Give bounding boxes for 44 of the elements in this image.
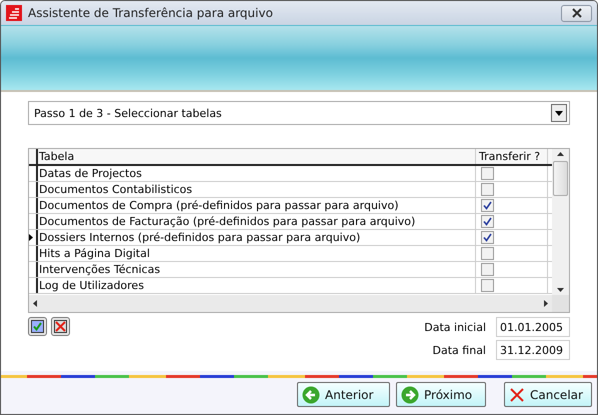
next-button[interactable]: Próximo [396, 382, 486, 407]
current-row-icon [29, 234, 33, 241]
scroll-down-icon [557, 288, 564, 292]
check-all-button[interactable] [28, 317, 47, 336]
date-field[interactable]: 31.12.2009 [496, 340, 570, 360]
step-dropdown[interactable]: Passo 1 de 3 - Seleccionar tabelas [28, 101, 570, 125]
dropdown-button[interactable] [551, 104, 567, 122]
table-cell: Dossiers Internos (pré-definidos para passar para arquivo) [38, 230, 476, 245]
caret-down-icon [555, 110, 563, 116]
transfer-checkbox[interactable] [481, 263, 494, 276]
window-title: Assistente de Transferência para arquivo [28, 6, 274, 20]
table-cell: Documentos de Compra (pré-definidos para passar para arquivo) [38, 198, 476, 213]
transfer-checkbox[interactable] [481, 183, 494, 196]
column-header: Tabela [38, 149, 476, 164]
table-cell: Datas de Projectos [38, 166, 476, 181]
table-cell: Documentos Contabilisticos [38, 182, 476, 197]
transfer-checkbox[interactable] [481, 247, 494, 260]
date-label: Data inicial [424, 320, 486, 334]
column-header: Transferir ? [476, 149, 548, 164]
scroll-right-icon [544, 300, 548, 307]
table-cell: Hits a Página Digital [38, 246, 476, 261]
horizontal-scrollbar[interactable] [29, 295, 552, 312]
scrollbar-corner [552, 295, 569, 312]
uncheck-all-button[interactable] [51, 317, 70, 336]
close-icon [570, 8, 582, 18]
scroll-up-icon [557, 152, 564, 156]
vertical-scrollbar[interactable] [552, 149, 569, 295]
table-cell: Log de Utilizadores [38, 278, 476, 293]
scroll-left-icon [33, 300, 37, 307]
date-field[interactable]: 01.01.2005 [496, 317, 570, 337]
close-button[interactable] [561, 4, 592, 22]
cancel-button[interactable]: Cancelar [504, 382, 592, 407]
transfer-checkbox[interactable] [481, 199, 494, 212]
close-icon [509, 386, 525, 402]
table-cell: Intervenções Técnicas [38, 262, 476, 277]
transfer-checkbox[interactable] [481, 279, 494, 292]
app-logo-icon [6, 5, 22, 21]
scrollbar-thumb[interactable] [553, 160, 568, 196]
back-button[interactable]: Anterior [297, 382, 390, 407]
table-cell: Documentos de Facturação (pré-definidos para passar para arquivo) [38, 214, 476, 229]
date-label: Data final [432, 344, 486, 356]
transfer-checkbox[interactable] [481, 231, 494, 244]
transfer-checkbox[interactable] [481, 215, 494, 228]
transfer-checkbox[interactable] [481, 167, 494, 180]
